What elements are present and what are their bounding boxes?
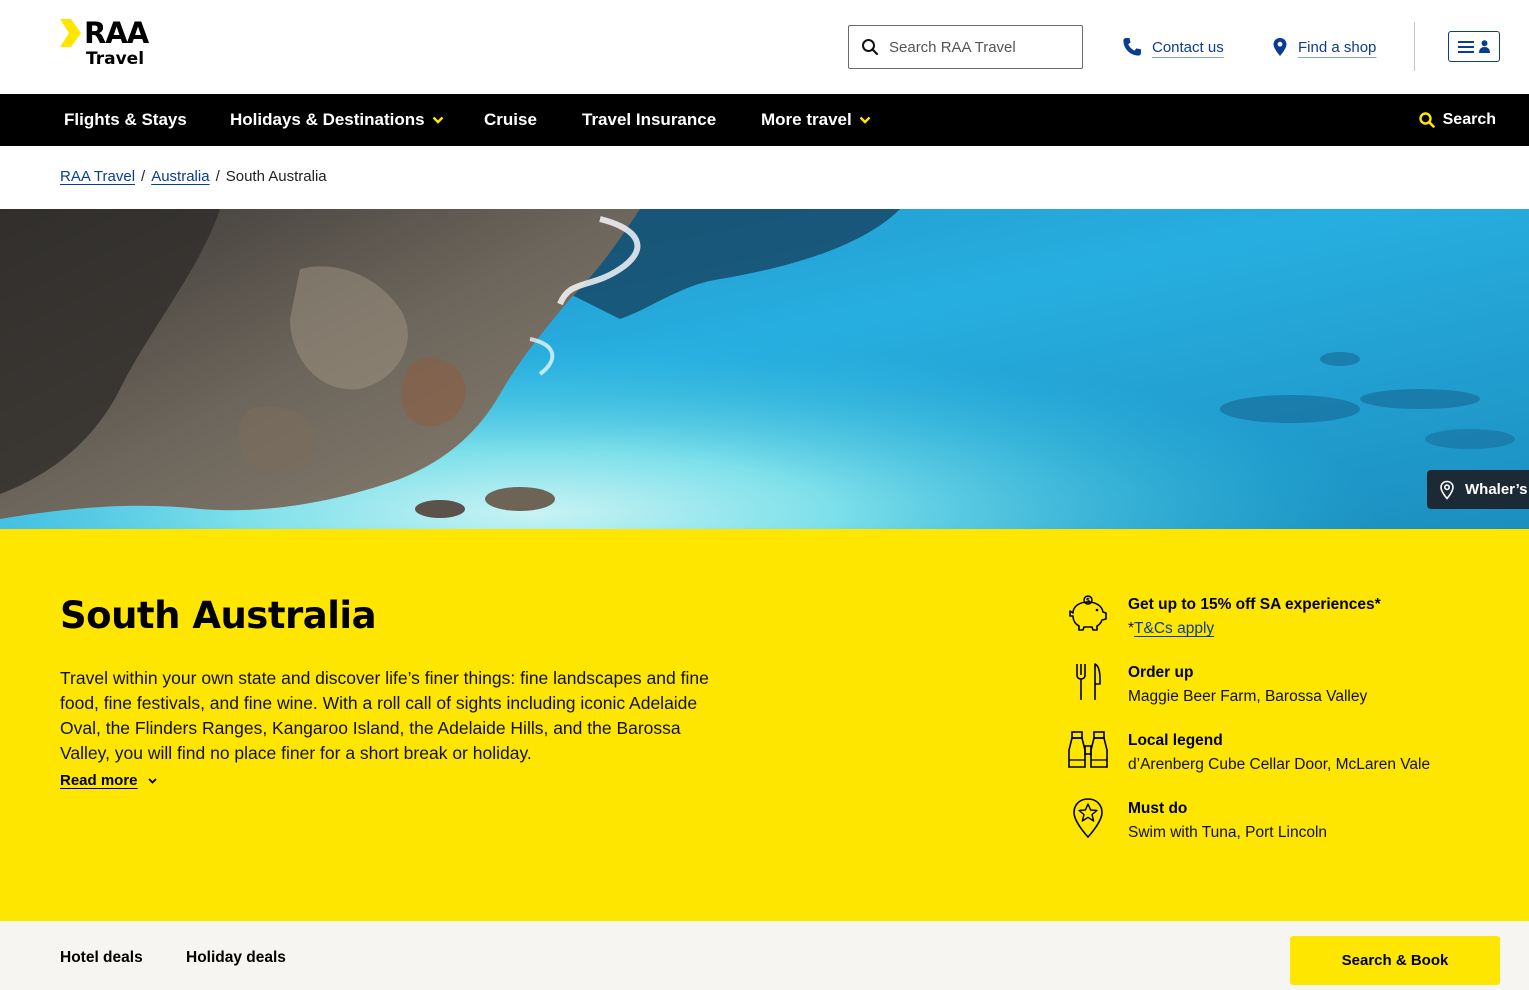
- highlight-must-do: Must do Swim with Tuna, Port Lincoln: [1066, 798, 1496, 850]
- main-nav: Flights & Stays Holidays & Destinations …: [0, 94, 1529, 146]
- contact-us-label: Contact us: [1152, 38, 1224, 56]
- highlight-discount: $ Get up to 15% off SA experiences* *T&C…: [1066, 595, 1496, 646]
- header-divider: [1414, 22, 1415, 71]
- intro-text: Travel within your own state and discove…: [60, 668, 709, 763]
- fork-knife-icon: [1066, 660, 1110, 704]
- nav-label: Flights & Stays: [64, 110, 187, 129]
- search-input[interactable]: [889, 36, 1074, 58]
- breadcrumb-separator: /: [215, 168, 220, 185]
- star-pin-icon: [1066, 796, 1110, 840]
- highlight-sub: d’Arenberg Cube Cellar Door, McLaren Val…: [1128, 756, 1431, 773]
- map-pin-icon: [1272, 37, 1288, 57]
- logo-brand-text: RAA: [84, 16, 149, 50]
- highlight-title: Order up: [1128, 664, 1194, 681]
- phone-icon: [1122, 37, 1142, 57]
- svg-text:$: $: [1086, 597, 1090, 604]
- highlight-order-up: Order up Maggie Beer Farm, Barossa Valle…: [1066, 663, 1496, 714]
- tab-hotel-deals[interactable]: Hotel deals: [60, 949, 143, 967]
- highlight-sub: Swim with Tuna, Port Lincoln: [1128, 824, 1328, 841]
- tab-holiday-deals[interactable]: Holiday deals: [186, 949, 286, 967]
- nav-label: Holidays & Destinations: [230, 110, 425, 129]
- breadcrumb-raa-travel[interactable]: RAA Travel: [60, 168, 135, 185]
- highlight-title: Local legend: [1128, 732, 1223, 749]
- logo-sub-text: Travel: [86, 49, 145, 69]
- search-icon: [861, 38, 879, 61]
- nav-search-label: Search: [1442, 111, 1496, 128]
- hero-location-tag[interactable]: Whaler’s: [1427, 470, 1529, 509]
- nav-holidays-destinations[interactable]: Holidays & Destinations: [230, 94, 444, 146]
- map-pin-icon: [1439, 480, 1455, 500]
- nav-search-button[interactable]: Search: [1418, 94, 1496, 146]
- nav-cruise[interactable]: Cruise: [484, 94, 537, 146]
- tcs-apply-link[interactable]: T&Cs apply: [1134, 620, 1214, 637]
- highlight-title: Must do: [1128, 800, 1188, 817]
- nav-label: More travel: [761, 110, 852, 129]
- nav-label: Cruise: [484, 110, 537, 129]
- chevron-down-icon: [859, 116, 871, 124]
- breadcrumb-separator: /: [141, 168, 146, 185]
- site-header: RAA Travel Contact us Find a shop: [0, 0, 1529, 94]
- find-a-shop-label: Find a shop: [1298, 38, 1377, 56]
- find-a-shop-link[interactable]: Find a shop: [1272, 33, 1376, 61]
- breadcrumb: RAA Travel / Australia / South Australia: [60, 168, 327, 185]
- highlight-sub: Maggie Beer Farm, Barossa Valley: [1128, 688, 1368, 705]
- nav-more-travel[interactable]: More travel: [761, 94, 871, 146]
- hamburger-icon: [1458, 40, 1474, 53]
- breadcrumb-australia[interactable]: Australia: [151, 168, 209, 185]
- raa-travel-logo[interactable]: RAA Travel: [60, 16, 164, 71]
- nav-flights-stays[interactable]: Flights & Stays: [64, 94, 187, 146]
- nav-label: Travel Insurance: [582, 110, 717, 129]
- search-icon: [1418, 112, 1435, 128]
- search-and-book-button[interactable]: Search & Book: [1290, 936, 1500, 985]
- highlight-sub: *T&Cs apply: [1128, 620, 1214, 638]
- nav-travel-insurance[interactable]: Travel Insurance: [582, 94, 716, 146]
- binoculars-icon: [1066, 728, 1110, 772]
- menu-account-button[interactable]: [1448, 31, 1500, 62]
- site-search-box[interactable]: [848, 25, 1083, 69]
- account-icon: [1479, 40, 1490, 53]
- piggy-bank-icon: $: [1066, 592, 1110, 636]
- highlight-local-legend: Local legend d’Arenberg Cube Cellar Door…: [1066, 731, 1496, 782]
- breadcrumb-current: South Australia: [225, 168, 327, 185]
- hero-location-label: Whaler’s: [1465, 481, 1528, 498]
- logo-chevron-icon: [60, 19, 81, 47]
- contact-us-link[interactable]: Contact us: [1122, 33, 1224, 61]
- coastline-photo: [0, 209, 1529, 529]
- chevron-down-icon: [432, 116, 444, 124]
- hero-image: [0, 209, 1529, 529]
- read-more-label: Read more: [60, 772, 138, 789]
- chevron-down-icon: [147, 777, 157, 784]
- read-more-button[interactable]: Read more: [60, 772, 157, 789]
- page-title: South Australia: [60, 594, 377, 637]
- highlight-title: Get up to 15% off SA experiences*: [1128, 596, 1381, 613]
